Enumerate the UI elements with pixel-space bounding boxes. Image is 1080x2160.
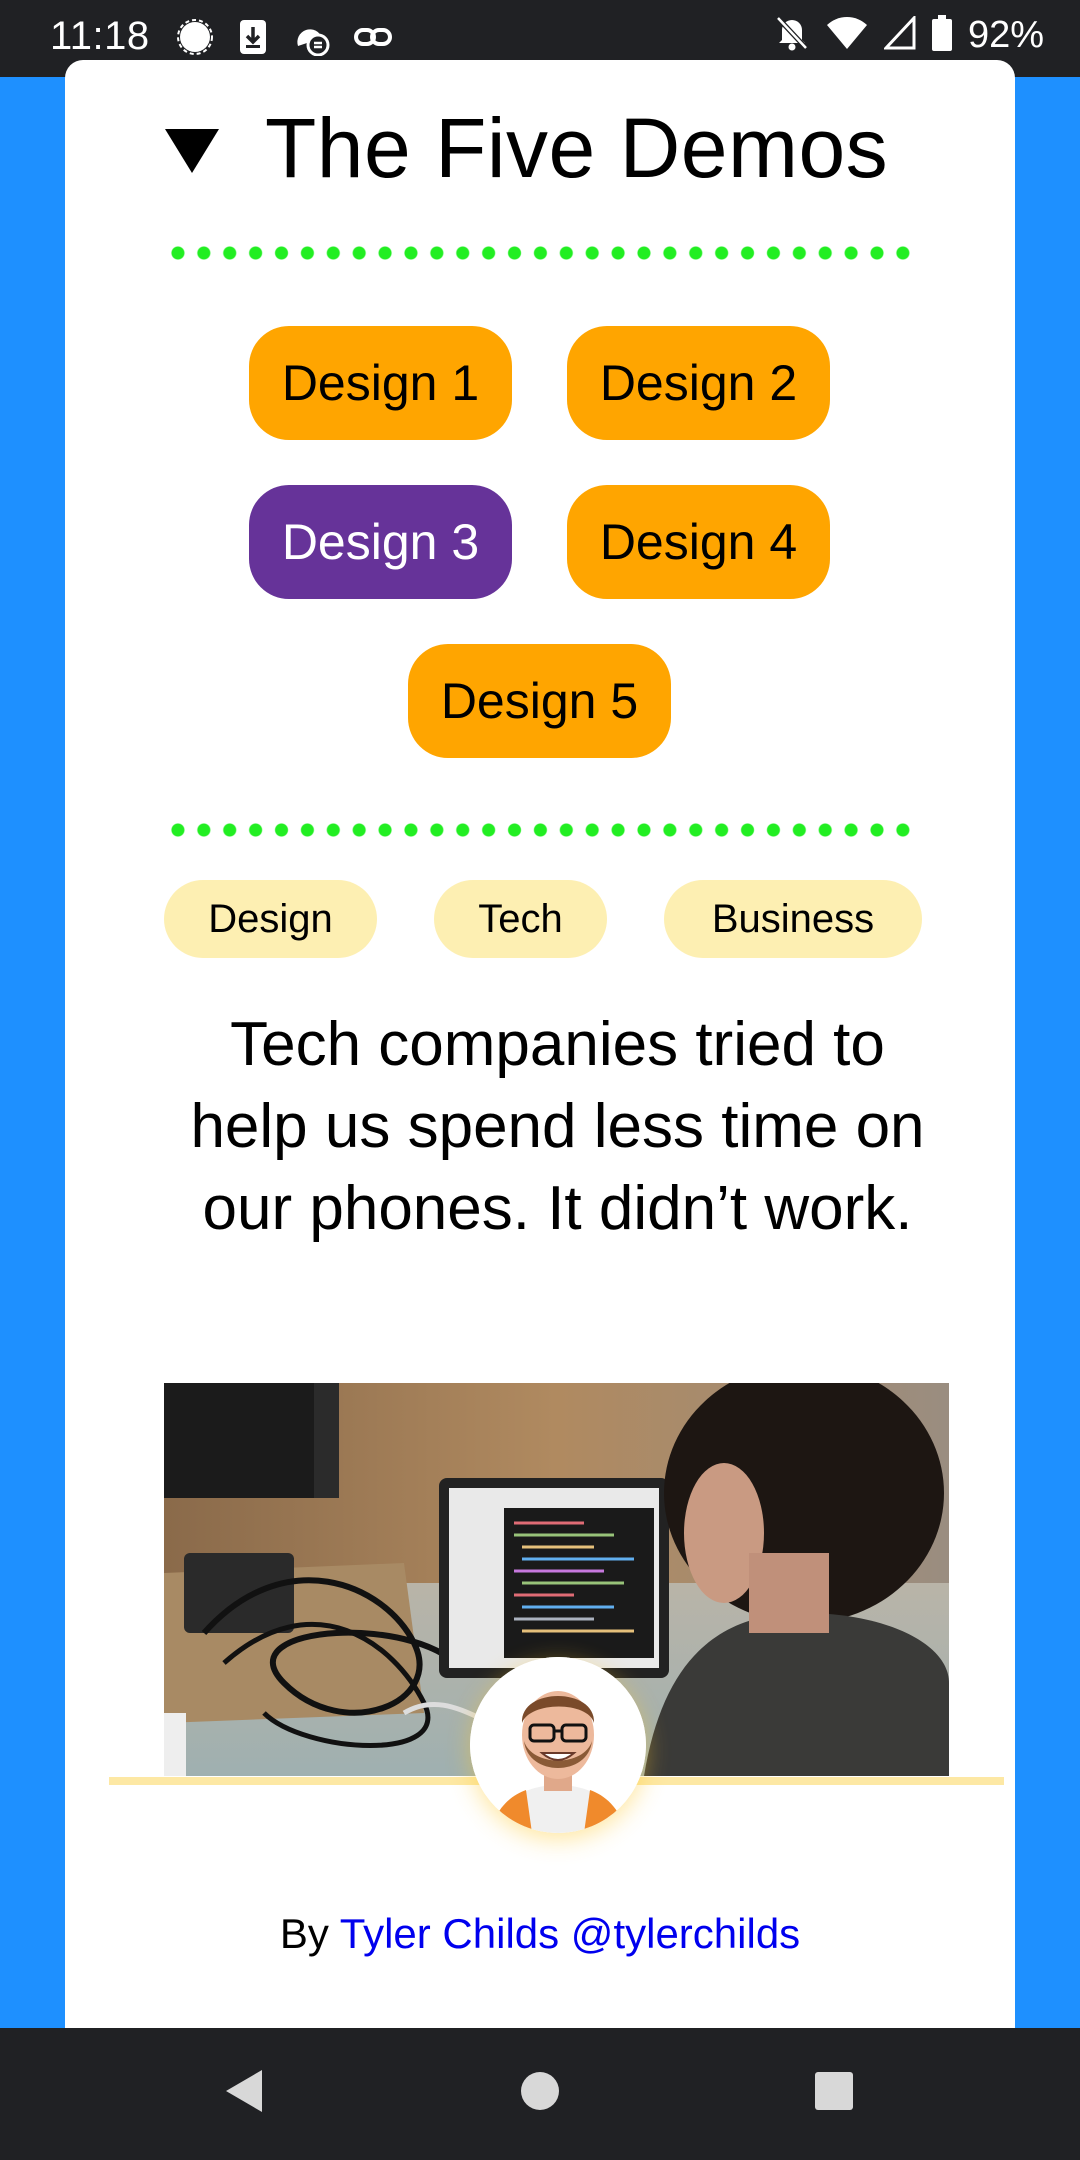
design-2-button[interactable]: Design 2 bbox=[567, 326, 830, 440]
signal-chat-icon bbox=[176, 18, 214, 61]
byline-prefix: By bbox=[279, 1910, 329, 1957]
tag-business[interactable]: Business bbox=[664, 880, 922, 958]
design-5-button[interactable]: Design 5 bbox=[408, 644, 671, 758]
content-card: The Five Demos Design 1 Design 2 Design … bbox=[65, 60, 1015, 2028]
back-icon[interactable] bbox=[222, 2066, 264, 2121]
battery-icon bbox=[931, 15, 952, 56]
tag-design[interactable]: Design bbox=[164, 880, 377, 958]
author-link[interactable]: Tyler Childs @tylerchilds bbox=[340, 1910, 800, 1957]
author-avatar[interactable] bbox=[470, 1657, 646, 1833]
home-icon[interactable] bbox=[519, 2070, 561, 2117]
demos-title: The Five Demos bbox=[265, 101, 889, 195]
recents-icon[interactable] bbox=[813, 2070, 855, 2117]
tag-tech[interactable]: Tech bbox=[434, 880, 607, 958]
design-1-button[interactable]: Design 1 bbox=[249, 326, 512, 440]
wifi-icon bbox=[826, 16, 868, 55]
status-right: 92% bbox=[774, 14, 1044, 57]
article-byline: By Tyler Childs @tylerchilds bbox=[65, 1910, 1015, 1958]
battery-percent: 92% bbox=[967, 14, 1044, 56]
design-4-button[interactable]: Design 4 bbox=[567, 485, 830, 599]
article-headline[interactable]: Tech companies tried to help us spend le… bbox=[165, 1004, 950, 1250]
sync-cloud-icon bbox=[292, 18, 330, 61]
dotted-divider-bottom bbox=[165, 823, 915, 837]
dotted-divider-top bbox=[165, 246, 915, 260]
demos-toggle[interactable]: The Five Demos bbox=[165, 100, 888, 197]
disclosure-triangle-icon[interactable] bbox=[165, 128, 219, 173]
navigation-bar bbox=[0, 2028, 1080, 2160]
link-icon bbox=[354, 18, 392, 61]
design-3-button[interactable]: Design 3 bbox=[249, 485, 512, 599]
status-time: 11:18 bbox=[50, 14, 150, 58]
bell-off-icon bbox=[774, 14, 810, 57]
status-left-icons bbox=[176, 18, 392, 61]
cell-signal-icon bbox=[882, 14, 916, 55]
download-icon bbox=[238, 18, 268, 61]
